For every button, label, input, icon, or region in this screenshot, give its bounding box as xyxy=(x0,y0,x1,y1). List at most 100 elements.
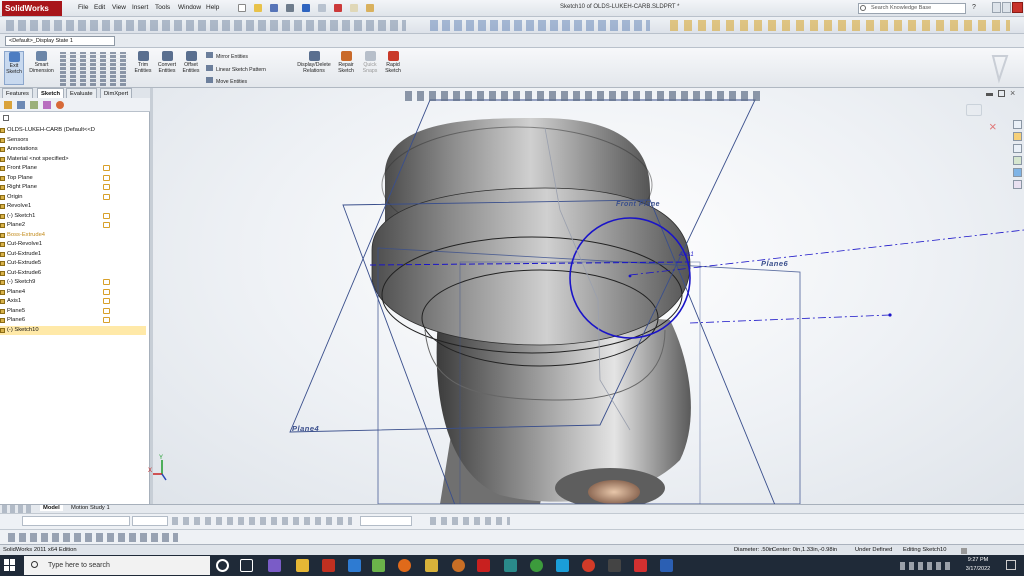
mirror-entities-item[interactable]: Mirror Entities xyxy=(206,52,248,60)
tree-item[interactable]: Cut-Extrude5 xyxy=(0,259,146,268)
maximize-button[interactable] xyxy=(1002,2,1011,13)
firefox-icon[interactable] xyxy=(398,559,411,572)
menu-file[interactable]: File xyxy=(78,4,88,11)
new-file-icon[interactable] xyxy=(238,4,246,12)
options-icon[interactable] xyxy=(365,4,374,12)
status-icon[interactable] xyxy=(961,548,967,554)
move-entities-item[interactable]: Move Entities xyxy=(206,77,247,85)
tree-item[interactable]: Cut-Extrude6 xyxy=(0,269,146,278)
feature-tree-icon[interactable] xyxy=(4,101,12,109)
relation-tag-icon[interactable] xyxy=(103,174,110,181)
tree-item[interactable]: Plane6 xyxy=(0,316,146,325)
rapid-sketch-button[interactable]: Rapid Sketch xyxy=(383,51,403,74)
search-knowledge-base-input[interactable]: Search Knowledge Base xyxy=(858,3,966,14)
tree-item[interactable]: Right Plane xyxy=(0,183,146,192)
solidworks-logo[interactable]: SolidWorks xyxy=(2,1,62,16)
confirmation-cancel-icon[interactable]: × xyxy=(989,120,997,133)
relation-tag-icon[interactable] xyxy=(103,279,110,285)
front-plane-label[interactable]: Front Plane xyxy=(616,201,660,208)
cortana-icon[interactable] xyxy=(216,559,229,572)
tab-model[interactable]: Model xyxy=(40,505,63,511)
tab-dimxpert[interactable]: DimXpert xyxy=(100,88,133,98)
plane6-label[interactable]: Plane6 xyxy=(761,259,788,268)
viewport-restore-icon[interactable] xyxy=(998,90,1005,97)
toolbar-icons-left[interactable] xyxy=(6,20,406,31)
taskbar-app-10-icon[interactable] xyxy=(504,559,517,572)
system-tray-icons[interactable] xyxy=(900,562,950,570)
menu-view[interactable]: View xyxy=(112,4,126,11)
windows-start-icon[interactable] xyxy=(4,559,16,571)
print-icon[interactable] xyxy=(285,4,294,12)
tree-item[interactable]: Top Plane xyxy=(0,174,146,183)
relation-tag-icon[interactable] xyxy=(103,307,110,314)
repair-sketch-button[interactable]: Repair Sketch xyxy=(336,51,356,74)
tab-evaluate[interactable]: Evaluate xyxy=(66,88,97,98)
sketch-entities-grid[interactable] xyxy=(60,52,128,86)
taskbar-app-4-icon[interactable] xyxy=(348,559,361,572)
task-view-icon[interactable] xyxy=(240,559,253,572)
tree-item[interactable]: Plane2 xyxy=(0,221,146,230)
confirmation-ok-icon[interactable] xyxy=(966,104,982,116)
taskbar-app-15-icon[interactable] xyxy=(634,559,647,572)
taskbar-app-3-icon[interactable] xyxy=(322,559,335,572)
taskbar-app-8-icon[interactable] xyxy=(452,559,465,572)
tree-item[interactable]: Front Plane xyxy=(0,164,146,173)
help-icon[interactable]: ? xyxy=(972,4,976,11)
property-manager-icon[interactable] xyxy=(17,101,25,109)
filter-icon[interactable] xyxy=(3,115,9,121)
relation-tag-icon[interactable] xyxy=(103,184,110,190)
tree-item[interactable]: Sensors xyxy=(0,136,146,145)
view-palette-icon[interactable] xyxy=(1013,156,1022,165)
display-manager-icon[interactable] xyxy=(56,101,64,109)
relation-tag-icon[interactable] xyxy=(103,317,110,323)
display-delete-relations-button[interactable]: Display/Delete Relations xyxy=(294,51,334,74)
custom-properties-icon[interactable] xyxy=(1013,180,1022,189)
toolbar-icons-right[interactable] xyxy=(670,20,1010,31)
configuration-manager-icon[interactable] xyxy=(30,101,38,109)
toolbar-icons-middle[interactable] xyxy=(430,20,650,31)
taskbar-app-5-icon[interactable] xyxy=(372,559,385,572)
tree-item[interactable]: Plane4 xyxy=(0,288,146,297)
undo-icon[interactable] xyxy=(301,4,310,12)
viewport-close-icon[interactable]: × xyxy=(1010,88,1015,98)
menu-insert[interactable]: Insert xyxy=(132,4,148,11)
taskbar-app-7-icon[interactable] xyxy=(425,559,438,572)
smart-dimension-button[interactable]: Smart Dimension xyxy=(27,51,56,74)
linear-pattern-item[interactable]: Linear Sketch Pattern xyxy=(206,65,266,73)
quick-snaps-button[interactable]: Quick Snaps xyxy=(360,51,380,74)
viewport-minimize-icon[interactable] xyxy=(986,93,993,96)
view-tool-icons[interactable] xyxy=(405,91,761,101)
close-button[interactable] xyxy=(1012,2,1023,13)
tree-item[interactable]: OLDS-LUKEH-CARB (Default<<D xyxy=(0,126,146,135)
tab-motion-study[interactable]: Motion Study 1 xyxy=(68,505,113,511)
font-select[interactable] xyxy=(22,516,130,526)
circle-center-point[interactable] xyxy=(628,274,632,278)
axis1-label[interactable]: Axis1 xyxy=(679,252,694,258)
model-scene[interactable] xyxy=(153,88,1024,504)
convert-entities-button[interactable]: Convert Entities xyxy=(155,51,179,74)
taskbar-clock[interactable]: 9:27 PM 3/17/2022 xyxy=(958,556,998,574)
tab-features[interactable]: Features xyxy=(2,88,33,98)
taskbar-app-12-icon[interactable] xyxy=(556,559,569,572)
line-endpoint[interactable] xyxy=(888,313,892,317)
resources-icon[interactable] xyxy=(1013,120,1022,129)
menu-window[interactable]: Window xyxy=(178,4,201,11)
file-properties-icon[interactable] xyxy=(349,4,358,12)
tree-item[interactable]: (-) Sketch1 xyxy=(0,212,146,221)
centerline-lower[interactable] xyxy=(689,314,891,324)
tree-item[interactable]: Revolve1 xyxy=(0,202,146,211)
tree-item[interactable]: Plane5 xyxy=(0,307,146,316)
tree-item[interactable]: Origin xyxy=(0,193,146,202)
tree-item[interactable]: (-) Sketch9 xyxy=(0,278,146,287)
notifications-icon[interactable] xyxy=(1006,560,1016,570)
relation-tag-icon[interactable] xyxy=(103,193,110,200)
taskbar-app-16-icon[interactable] xyxy=(660,559,673,572)
tree-item[interactable]: Cut-Revolve1 xyxy=(0,240,146,249)
select-icon[interactable] xyxy=(317,4,326,12)
relation-tag-icon[interactable] xyxy=(103,288,110,295)
menu-help[interactable]: Help xyxy=(206,4,219,11)
rebuild-icon[interactable] xyxy=(333,4,342,12)
tree-item[interactable]: Axis1 xyxy=(0,297,146,306)
design-library-icon[interactable] xyxy=(1013,132,1022,141)
appearances-icon[interactable] xyxy=(1013,168,1022,177)
